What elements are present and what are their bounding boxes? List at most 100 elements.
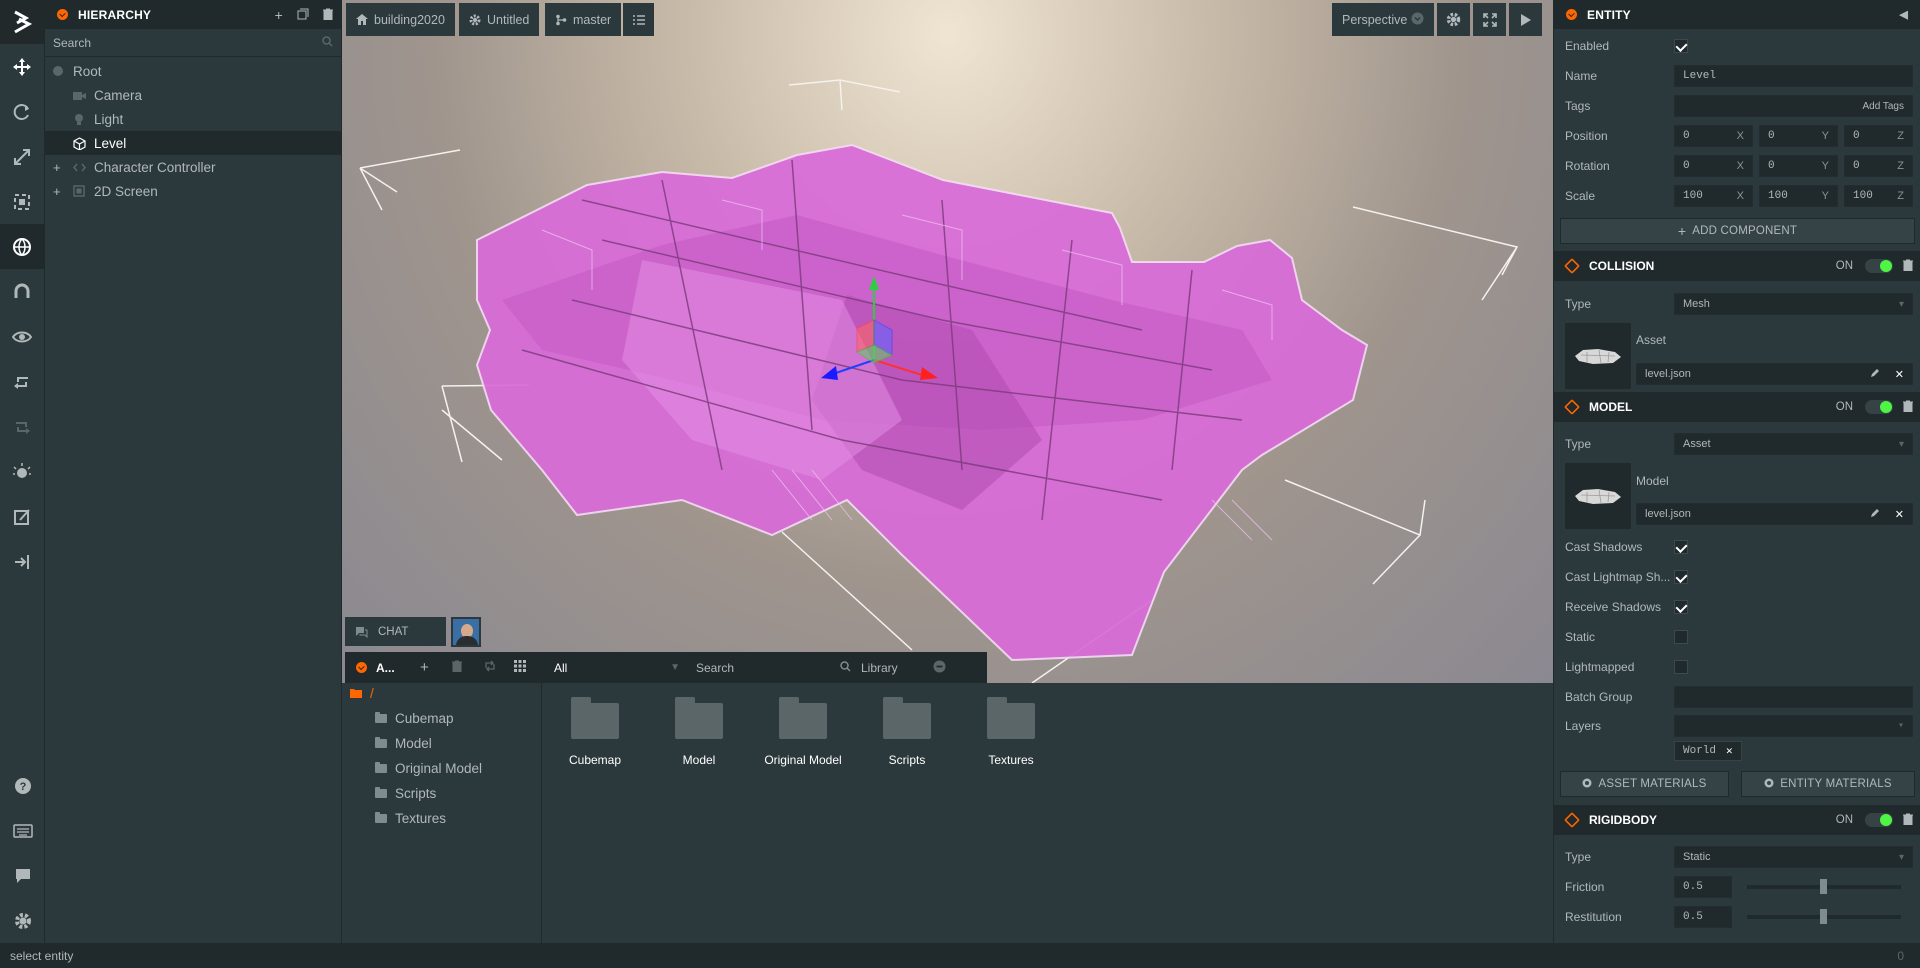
collision-type-select[interactable]: Mesh: [1674, 293, 1913, 315]
scale-z-field[interactable]: 100 Z: [1844, 185, 1913, 207]
playcanvas-logo-icon[interactable]: [0, 0, 44, 44]
rotation-y-field[interactable]: 0Y: [1759, 155, 1838, 177]
collision-asset-field[interactable]: level.json ✕: [1636, 363, 1913, 385]
asset-grid-folder-scripts[interactable]: Scripts: [857, 697, 957, 767]
asset-materials-button[interactable]: ASSET MATERIALS: [1560, 771, 1729, 797]
magnet-icon[interactable]: [0, 269, 44, 314]
rigidbody-header[interactable]: RIGIDBODY ON: [1554, 805, 1920, 835]
cast-shadows-checkbox[interactable]: [1674, 540, 1688, 554]
model-type-select[interactable]: Asset: [1674, 433, 1913, 455]
lightmapped-checkbox[interactable]: [1674, 660, 1688, 674]
asset-grid-folder-model[interactable]: Model: [649, 697, 749, 767]
light-icon[interactable]: [0, 449, 44, 494]
collapse-icon[interactable]: [57, 9, 68, 20]
collapse-arrow-icon[interactable]: ◀: [1899, 8, 1908, 21]
redo-icon[interactable]: [0, 404, 44, 449]
resize-icon[interactable]: [0, 179, 44, 224]
scale-icon[interactable]: [0, 134, 44, 179]
edit-icon[interactable]: [1870, 508, 1880, 521]
folder-model[interactable]: Model: [342, 731, 541, 756]
rigidbody-type-select[interactable]: Static: [1674, 846, 1913, 868]
grid-view-icon[interactable]: [514, 660, 546, 675]
world-icon[interactable]: [0, 224, 44, 269]
friction-slider-handle[interactable]: [1820, 879, 1827, 894]
layers-select[interactable]: [1674, 715, 1913, 737]
model-toggle[interactable]: [1865, 400, 1893, 414]
edit-icon[interactable]: [1870, 368, 1880, 381]
tree-item-light[interactable]: Light: [45, 107, 341, 131]
scene-viewport[interactable]: building2020 Untitled master Perspective: [342, 0, 1553, 683]
expand-icon[interactable]: +: [53, 184, 61, 199]
hierarchy-search-input[interactable]: Search: [45, 29, 341, 57]
cast-lightmap-checkbox[interactable]: [1674, 570, 1688, 584]
add-component-button[interactable]: + ADD COMPONENT: [1560, 218, 1915, 244]
folder-textures[interactable]: Textures: [342, 806, 541, 831]
tree-item-root[interactable]: Root: [45, 59, 341, 83]
keyboard-icon[interactable]: [0, 808, 45, 853]
asset-grid-folder-cubemap[interactable]: Cubemap: [545, 697, 645, 767]
batch-group-select[interactable]: [1674, 686, 1913, 708]
collision-delete-icon[interactable]: [1903, 259, 1913, 274]
folder-original-model[interactable]: Original Model: [342, 756, 541, 781]
tree-item-character-controller[interactable]: + Character Controller: [45, 155, 341, 179]
entity-header[interactable]: ENTITY ◀: [1554, 0, 1920, 29]
user-avatar[interactable]: [451, 617, 481, 647]
position-x-field[interactable]: 0X: [1674, 125, 1753, 147]
remove-layer-icon[interactable]: ✕: [1726, 744, 1733, 758]
list-icon[interactable]: [623, 3, 654, 36]
collision-header[interactable]: COLLISION ON: [1554, 251, 1920, 281]
asset-grid-folder-original-model[interactable]: Original Model: [753, 697, 853, 767]
folder-root[interactable]: /: [342, 681, 541, 706]
camera-select[interactable]: Perspective: [1332, 3, 1434, 36]
model-asset-field[interactable]: level.json ✕: [1636, 503, 1913, 525]
restitution-field[interactable]: 0.5: [1674, 906, 1732, 928]
library-button[interactable]: Library: [861, 661, 933, 675]
clear-icon[interactable]: ✕: [1895, 368, 1904, 381]
undo-icon[interactable]: [0, 359, 44, 404]
rotation-x-field[interactable]: 0X: [1674, 155, 1753, 177]
static-checkbox[interactable]: [1674, 630, 1688, 644]
settings-icon[interactable]: [0, 898, 45, 943]
delete-icon[interactable]: [323, 7, 333, 23]
eye-icon[interactable]: [0, 314, 44, 359]
collision-asset-thumbnail[interactable]: [1565, 323, 1631, 389]
help-icon[interactable]: ?: [0, 763, 45, 808]
restitution-slider-handle[interactable]: [1820, 909, 1827, 924]
duplicate-icon[interactable]: [297, 7, 309, 23]
project-button[interactable]: building2020: [346, 3, 455, 36]
translate-icon[interactable]: [0, 44, 44, 89]
rigidbody-delete-icon[interactable]: [1903, 813, 1913, 828]
rotation-z-field[interactable]: 0Z: [1844, 155, 1913, 177]
add-asset-icon[interactable]: +: [420, 659, 452, 676]
publish-icon[interactable]: [0, 539, 44, 584]
asset-search-input[interactable]: Search: [688, 652, 861, 683]
position-z-field[interactable]: 0Z: [1844, 125, 1913, 147]
scale-y-field[interactable]: 100 Y: [1759, 185, 1838, 207]
scale-x-field[interactable]: 100 X: [1674, 185, 1753, 207]
clear-icon[interactable]: ✕: [1895, 508, 1904, 521]
delete-asset-icon[interactable]: [452, 660, 484, 675]
fullscreen-icon[interactable]: [1473, 3, 1506, 36]
folder-scripts[interactable]: Scripts: [342, 781, 541, 806]
collision-toggle[interactable]: [1865, 259, 1893, 273]
name-field[interactable]: Level: [1674, 65, 1913, 87]
branch-button[interactable]: master: [545, 3, 622, 36]
feedback-icon[interactable]: [0, 853, 45, 898]
model-asset-thumbnail[interactable]: [1565, 463, 1631, 529]
expand-icon[interactable]: +: [53, 160, 61, 175]
tags-field[interactable]: Add Tags: [1674, 95, 1913, 117]
model-header[interactable]: MODEL ON: [1554, 392, 1920, 422]
add-entity-icon[interactable]: +: [275, 7, 283, 23]
asset-filter-select[interactable]: All ▼: [546, 652, 688, 683]
chat-widget[interactable]: CHAT: [345, 617, 446, 646]
rotate-icon[interactable]: [0, 89, 44, 134]
asset-grid-folder-textures[interactable]: Textures: [961, 697, 1061, 767]
receive-shadows-checkbox[interactable]: [1674, 600, 1688, 614]
hierarchy-header[interactable]: HIERARCHY +: [45, 0, 341, 29]
refresh-icon[interactable]: [484, 660, 514, 675]
friction-field[interactable]: 0.5: [1674, 876, 1732, 898]
position-y-field[interactable]: 0Y: [1759, 125, 1838, 147]
entity-materials-button[interactable]: ENTITY MATERIALS: [1741, 771, 1915, 797]
edit-icon[interactable]: [0, 494, 44, 539]
tree-item-level[interactable]: Level: [45, 131, 341, 155]
